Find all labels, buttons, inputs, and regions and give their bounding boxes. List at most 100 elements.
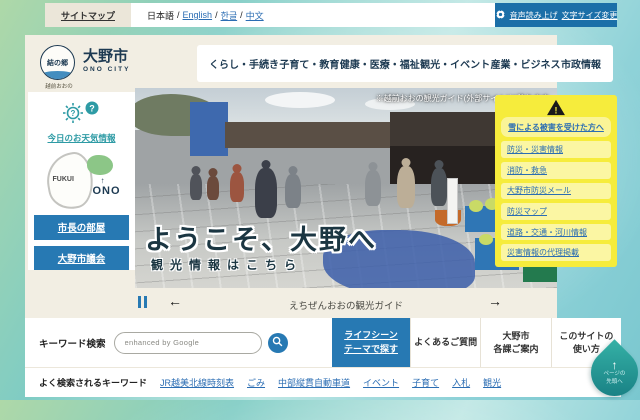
keyword-garbage[interactable]: ごみ [247, 376, 265, 389]
warning-icon: ! [546, 99, 566, 116]
disaster-mail-link[interactable]: 大野市防災メール [501, 183, 611, 200]
departments-label-line2: 各課ご案内 [493, 343, 538, 355]
language-switcher: 日本語 / English / 한글 / 中文 [131, 3, 495, 27]
language-separator: / [240, 10, 243, 20]
language-separator: / [177, 10, 180, 20]
weather-link[interactable]: 今日のお天気情報 [47, 132, 115, 144]
person-silhouette [255, 168, 277, 218]
top-utility-bar: サイトマップ 日本語 / English / 한글 / 中文 音声読み上げ 文字… [45, 3, 617, 27]
welcome-headline: ようこそ、大野へ [145, 218, 377, 257]
search-label: キーワード検索 [39, 336, 106, 350]
keyword-jr-timetable[interactable]: JR越美北線時刻表 [160, 376, 234, 389]
person-silhouette [207, 176, 219, 200]
search-input[interactable] [114, 332, 262, 354]
city-council-button[interactable]: 大野市議会 [34, 246, 129, 270]
hero-carousel-slide[interactable]: ※越前おおの観光ガイド(外部サイト)に移ります ようこそ、大野へ 観光情報はこち… [135, 88, 557, 288]
emergency-panel: ! 雪による被害を受けた方へ 防災・災害情報 消防・救急 大野市防災メール 防災… [495, 95, 617, 267]
search-button[interactable] [268, 333, 288, 353]
lifescene-line1: ライフシーン [344, 329, 398, 342]
fukui-label: FUKUI [53, 176, 74, 183]
site-logo[interactable]: 結の郷 越前おおの 大野市 ONO CITY [40, 45, 190, 87]
ono-label: ONO [92, 185, 120, 197]
keyword-events[interactable]: イベント [363, 376, 399, 389]
carousel-pause-button[interactable] [138, 296, 147, 308]
logo-crest-icon: 結の郷 [40, 45, 75, 80]
tourism-info-subline: 観光情報はこちら [151, 256, 303, 273]
accessibility-box: 音声読み上げ 文字サイズ変更 [495, 3, 617, 27]
nav-item-health[interactable]: 健康・医療・福祉 [340, 56, 420, 71]
quick-links: よくあるご質問 大野市 各課ご案内 このサイトの 使い方 [410, 318, 621, 367]
language-separator: / [215, 10, 218, 20]
logo-mark-text: 結の郷 [47, 58, 68, 68]
photo-cloud [265, 92, 335, 108]
carousel-prev-arrow[interactable]: ← [168, 293, 182, 309]
faq-label: よくあるご質問 [414, 336, 477, 348]
nav-item-government[interactable]: 市政情報 [561, 56, 601, 71]
keyword-bidding[interactable]: 入札 [452, 376, 470, 389]
back-to-top-button[interactable]: ↑ ページの 先頭へ [581, 339, 640, 405]
photo-shop-banner [190, 102, 228, 156]
fire-emergency-link[interactable]: 消防・救急 [501, 162, 611, 179]
mayor-room-button[interactable]: 市長の部屋 [34, 215, 129, 239]
carousel-next-arrow[interactable]: → [488, 293, 502, 309]
person-silhouette [431, 168, 447, 206]
photo-vegetables [469, 200, 483, 212]
nav-item-tourism[interactable]: 観光・イベント [420, 56, 490, 71]
nav-item-living[interactable]: くらし・手続き [209, 56, 279, 71]
gear-icon [495, 9, 506, 22]
fukui-map: FUKUI ↑ ONO [43, 151, 121, 209]
nav-item-business[interactable]: 産業・ビジネス [491, 56, 561, 71]
keyword-search: キーワード検索 [25, 318, 288, 367]
person-silhouette [397, 166, 415, 208]
nav-item-childcare[interactable]: 子育て・教育 [279, 56, 339, 71]
ono-arrow-icon: ↑ [101, 176, 105, 185]
audio-readout-link[interactable]: 音声読み上げ [510, 10, 558, 21]
keyword-expressway[interactable]: 中部縦貫自動車道 [278, 376, 350, 389]
faq-link[interactable]: よくあるご質問 [410, 318, 480, 367]
keyword-tourism[interactable]: 観光 [483, 376, 501, 389]
city-name-en: ONO CITY [83, 66, 130, 73]
logo-wave-icon [41, 71, 74, 79]
weather-icon: ? ? [60, 99, 104, 130]
sitemap-link[interactable]: サイトマップ [45, 3, 131, 27]
snow-damage-link[interactable]: 雪による被害を受けた方へ [501, 117, 611, 137]
city-name: 大野市 [83, 49, 130, 64]
photo-vegetables [479, 234, 493, 245]
svg-text:?: ? [70, 109, 75, 118]
lifescene-line2: テーマで探す [344, 343, 398, 356]
person-silhouette [285, 174, 301, 208]
svg-text:?: ? [89, 104, 95, 114]
language-current: 日本語 [147, 9, 174, 22]
departments-link[interactable]: 大野市 各課ご案内 [480, 318, 550, 367]
language-link-english[interactable]: English [183, 10, 213, 20]
totop-label-line2: 先頭へ [606, 379, 623, 387]
disaster-proxy-post-link[interactable]: 災害情報の代理掲載 [501, 244, 611, 261]
logo-text: 大野市 ONO CITY [83, 45, 130, 73]
ono-area-icon [87, 155, 113, 175]
up-arrow-icon: ↑ [612, 359, 618, 371]
lifescene-theme-button[interactable]: ライフシーン テーマで探す [332, 318, 410, 367]
keywords-label: よく検索されるキーワード [39, 376, 147, 389]
photo-awning [225, 122, 415, 148]
person-silhouette [230, 172, 244, 202]
photo-vertical-sign [447, 178, 458, 224]
disaster-info-link[interactable]: 防災・災害情報 [501, 141, 611, 158]
person-silhouette [365, 170, 381, 206]
font-size-link[interactable]: 文字サイズ変更 [562, 10, 618, 21]
logo-subtext: 越前おおの [38, 82, 80, 90]
svg-text:!: ! [555, 105, 558, 115]
left-sidebar: ? ? 今日のお天気情報 FUKUI ↑ ONO 市長の部屋 大野市議会 [28, 92, 135, 270]
keyword-childcare[interactable]: 子育て [412, 376, 439, 389]
person-silhouette [190, 174, 202, 200]
popular-keywords-row: よく検索されるキーワード JR越美北線時刻表 ごみ 中部縦貫自動車道 イベント … [25, 367, 621, 397]
road-traffic-river-link[interactable]: 道路・交通・河川情報 [501, 224, 611, 241]
disaster-map-link[interactable]: 防災マップ [501, 203, 611, 220]
departments-label-line1: 大野市 [502, 330, 529, 342]
search-icon [272, 335, 283, 350]
language-link-chinese[interactable]: 中文 [246, 9, 264, 22]
bottom-utility-row: キーワード検索 ライフシーン テーマで探す よくあるご質問 大野市 各課ご案内 … [25, 318, 621, 367]
global-nav: くらし・手続き 子育て・教育 健康・医療・福祉 観光・イベント 産業・ビジネス … [197, 45, 613, 82]
language-link-korean[interactable]: 한글 [221, 9, 238, 22]
site-usage-label-line1: このサイトの [559, 330, 613, 342]
totop-label-line1: ページの [604, 371, 626, 379]
